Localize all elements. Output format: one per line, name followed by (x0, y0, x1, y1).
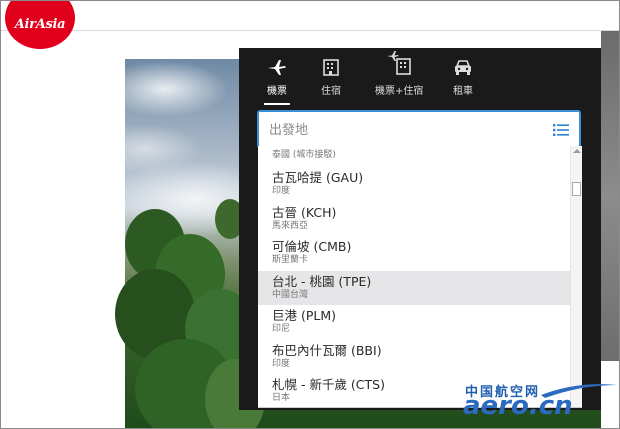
scrollbar-thumb[interactable] (572, 182, 581, 196)
airport-name: 台北 - 桃園 (TPE) (272, 273, 372, 289)
airport-dropdown-list: 泰國 (城市接駁) 古瓦哈提 (GAU) 印度 古晉 (KCH) 馬來西亞 可倫… (258, 146, 582, 408)
dropdown-scrollbar[interactable] (570, 146, 582, 407)
tab-car-rental[interactable]: 租車 (453, 58, 473, 97)
list-item[interactable]: 布巴內什瓦爾 (BBI) 印度 (258, 340, 582, 375)
airport-country: 馬來西亞 (272, 220, 309, 231)
tab-label: 機票+住宿 (375, 86, 424, 97)
list-item[interactable]: 可倫坡 (CMB) 斯里蘭卡 (258, 236, 582, 271)
active-tab-indicator (264, 103, 290, 105)
airport-country: 中國台灣 (272, 289, 309, 300)
flight-hotel-icon (385, 50, 413, 82)
site-watermark: 中国航空网 aero.cn (463, 379, 619, 425)
background-strip (601, 31, 619, 361)
car-icon (453, 58, 473, 82)
tab-flight-hotel[interactable]: 機票+住宿 (375, 50, 423, 97)
airport-country: 印尼 (272, 324, 291, 334)
airport-country: 印度 (272, 358, 291, 369)
booking-tabs: 機票 住宿 機票+住宿 租車 (239, 48, 601, 106)
airport-country: 斯里蘭卡 (272, 255, 309, 265)
tab-flights[interactable]: 機票 (264, 58, 290, 105)
scroll-up-arrow-icon[interactable] (573, 149, 581, 153)
list-icon[interactable] (553, 122, 569, 141)
tab-label: 住宿 (321, 86, 341, 97)
airport-name: 可倫坡 (CMB) (272, 239, 352, 254)
page-frame: AirAsia 機票 住宿 機票+住宿 租車 出發地 泰國 (城市接駁) 古瓦哈… (0, 0, 620, 429)
logo-text: AirAsia (14, 16, 66, 32)
list-item[interactable]: 泰國 (城市接駁) (258, 150, 582, 167)
watermark-en-text: aero.cn (463, 391, 573, 421)
tab-label: 租車 (453, 86, 473, 97)
list-item[interactable]: 古瓦哈提 (GAU) 印度 (258, 167, 582, 202)
list-item-highlighted[interactable]: 台北 - 桃園 (TPE) 中國台灣 (258, 270, 582, 305)
tab-label: 機票 (267, 86, 287, 97)
list-item[interactable]: 巨港 (PLM) 印尼 (258, 305, 582, 340)
airport-country: 泰國 (城市接駁) (272, 150, 336, 160)
airport-name: 古晉 (KCH) (272, 204, 337, 220)
airport-name: 巨港 (PLM) (272, 308, 337, 323)
airport-country: 印度 (272, 186, 291, 196)
airport-name: 古瓦哈提 (GAU) (272, 170, 364, 185)
origin-search-box (257, 110, 581, 148)
tab-hotels[interactable]: 住宿 (321, 58, 341, 97)
origin-search-input[interactable] (269, 120, 529, 140)
hotel-icon (322, 58, 340, 82)
airport-name: 布巴內什瓦爾 (BBI) (272, 342, 382, 358)
site-header: AirAsia (1, 1, 619, 49)
airplane-icon (267, 58, 287, 82)
airasia-logo[interactable]: AirAsia (5, 1, 75, 49)
list-item[interactable]: 古晉 (KCH) 馬來西亞 (258, 202, 582, 237)
